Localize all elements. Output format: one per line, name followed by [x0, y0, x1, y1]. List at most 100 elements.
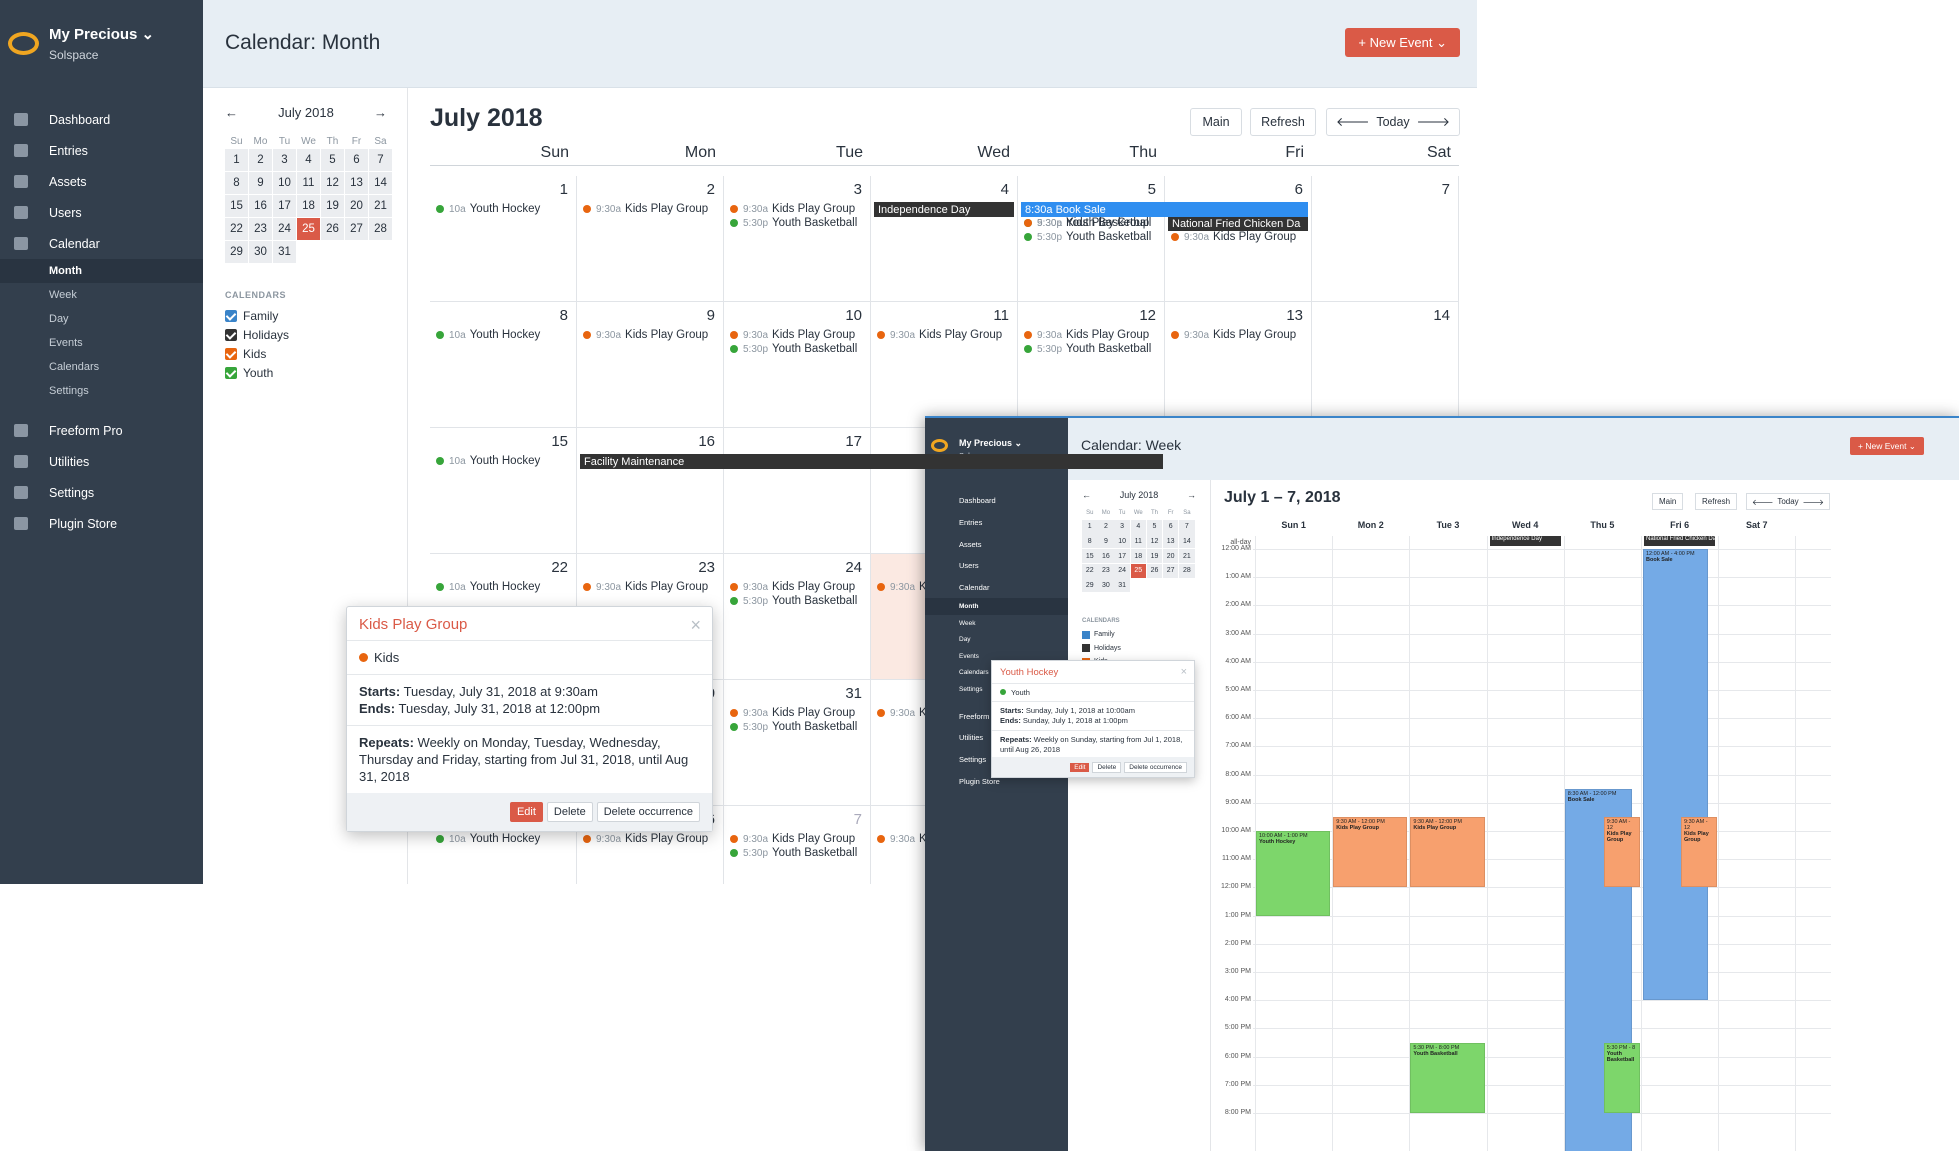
event-item[interactable]: 9:30aKids Play Group	[583, 203, 708, 215]
event-item[interactable]: 10aYouth Hockey	[436, 455, 540, 467]
event-item[interactable]: 9:30aKids Play Group	[1024, 217, 1149, 229]
today-button[interactable]: Today	[1376, 115, 1409, 129]
mini-day[interactable]: 1	[1082, 519, 1098, 534]
delete-button[interactable]: Delete	[1092, 761, 1122, 773]
edit-button[interactable]: Edit	[1070, 762, 1090, 772]
event-item[interactable]: 9:30aKids Play Group	[1024, 329, 1149, 341]
nav-item[interactable]: Assets	[925, 533, 1068, 555]
nav-dashboard[interactable]: Dashboard	[0, 104, 203, 135]
mini-day[interactable]: 30	[249, 241, 272, 263]
day-cell[interactable]: 15 10a Youth Hockey	[430, 428, 577, 554]
subnav-month[interactable]: Month	[0, 259, 203, 283]
mini-day[interactable]: 21	[1179, 549, 1195, 564]
mini-day[interactable]: 18	[297, 195, 320, 217]
nav-entries[interactable]: Entries	[0, 135, 203, 166]
day-cell[interactable]: 13 9:30a Kids Play Group	[1165, 302, 1312, 428]
holiday-bar[interactable]: Independence Day	[874, 202, 1014, 217]
next-month-arrow-icon[interactable]: →	[374, 105, 387, 120]
event-item[interactable]: 5:30pYouth Basketball	[1024, 231, 1151, 243]
arrow-left-icon[interactable]: 🡐	[1336, 115, 1370, 130]
mini-day[interactable]: 22	[1082, 563, 1098, 578]
day-cell[interactable]: 11 9:30a Kids Play Group	[871, 302, 1018, 428]
event-item[interactable]: 5:30pYouth Basketball	[1024, 343, 1151, 355]
checkbox-icon[interactable]	[225, 328, 237, 341]
close-icon[interactable]: ×	[1181, 666, 1187, 678]
nav-item[interactable]: Dashboard	[925, 490, 1068, 512]
mini-day[interactable]: 4	[297, 149, 320, 171]
mini-day[interactable]: 7	[1179, 519, 1195, 534]
event-item[interactable]: 10aYouth Hockey	[436, 203, 540, 215]
event-item[interactable]: 9:30aKids Play Group	[583, 329, 708, 341]
day-cell[interactable]: 7	[1312, 176, 1459, 302]
mini-day[interactable]: 21	[369, 195, 392, 217]
edit-button[interactable]: Edit	[509, 802, 543, 822]
event-item[interactable]: 5:30pYouth Basketball	[730, 595, 857, 607]
day-cell[interactable]: 1 10a Youth Hockey	[430, 176, 577, 302]
nav-calendar[interactable]: Calendar	[0, 228, 203, 259]
mini-day[interactable]: 16	[249, 195, 272, 217]
subnav-week[interactable]: Week	[0, 283, 203, 307]
mini-day[interactable]: 20	[345, 195, 368, 217]
mini-day[interactable]: 2	[1098, 519, 1114, 534]
mini-day[interactable]: 11	[297, 172, 320, 194]
mini-day[interactable]: 10	[1114, 534, 1130, 549]
event-item[interactable]: 5:30pYouth Basketball	[730, 721, 857, 733]
mini-day[interactable]: 24	[273, 218, 296, 240]
prev-month-arrow-icon[interactable]: ←	[1082, 490, 1091, 500]
nav-item[interactable]: Month	[925, 598, 1068, 615]
refresh-button[interactable]: Refresh	[1695, 493, 1738, 510]
checkbox-icon[interactable]	[1082, 644, 1090, 653]
mini-day[interactable]: 11	[1130, 534, 1147, 549]
nav-item[interactable]: Day	[925, 631, 1068, 648]
nav-freeform[interactable]: Freeform Pro	[0, 415, 203, 446]
maintenance-bar[interactable]: Facility Maintenance	[580, 454, 1163, 469]
mini-day[interactable]: 2	[249, 149, 272, 171]
subnav-calendars[interactable]: Calendars	[0, 355, 203, 379]
book-sale-bar[interactable]: 8:30a Book Sale	[1021, 202, 1308, 217]
calendar-checkbox-youth[interactable]: Youth	[225, 363, 289, 382]
subnav-settings[interactable]: Settings	[0, 379, 203, 403]
day-cell[interactable]: 12 9:30a Kids Play Group 5:30p Youth Basketb…	[1018, 302, 1165, 428]
day-cell[interactable]: 9 9:30a Kids Play Group	[577, 302, 724, 428]
nav-item[interactable]: Entries	[925, 512, 1068, 534]
day-cell[interactable]: 3 9:30a Kids Play Group 5:30p Youth Basketba…	[724, 176, 871, 302]
event-item[interactable]: 9:30aKids Play Group	[1171, 231, 1296, 243]
event-item[interactable]: 9:30aKids Play Group	[730, 203, 855, 215]
mini-day[interactable]: 13	[1162, 534, 1179, 549]
holiday-bar[interactable]: National Fried Chicken Da	[1644, 536, 1716, 546]
mini-day[interactable]: 4	[1130, 519, 1147, 534]
delete-button[interactable]: Delete	[546, 802, 593, 822]
main-button[interactable]: Main	[1190, 108, 1242, 136]
mini-day[interactable]: 24	[1114, 563, 1130, 578]
event-item[interactable]: 10aYouth Hockey	[436, 329, 540, 341]
nav-settings[interactable]: Settings	[0, 477, 203, 508]
week-event[interactable]: 9:30 AM - 12 Kids Play Group	[1603, 816, 1640, 888]
nav-utilities[interactable]: Utilities	[0, 446, 203, 477]
mini-day[interactable]: 27	[345, 218, 368, 240]
mini-day[interactable]: 14	[1179, 534, 1195, 549]
checkbox-icon[interactable]	[225, 347, 237, 360]
nav-item[interactable]: Calendar	[925, 577, 1068, 599]
event-item[interactable]: 9:30aKids Play Group	[730, 581, 855, 593]
mini-day[interactable]: 14	[369, 172, 392, 194]
prev-month-arrow-icon[interactable]: ←	[225, 105, 238, 120]
mini-day[interactable]: 3	[273, 149, 296, 171]
event-item[interactable]: 5:30pYouth Basketball	[730, 217, 857, 229]
day-cell[interactable]: 4 Independence Day	[871, 176, 1018, 302]
mini-day[interactable]: 20	[1162, 549, 1179, 564]
event-item[interactable]: 9:30aKids Play Group	[583, 581, 708, 593]
event-item[interactable]: 5:30pYouth Basketball	[730, 343, 857, 355]
mini-day[interactable]: 15	[225, 195, 248, 217]
checkbox-icon[interactable]	[225, 366, 237, 379]
checkbox-icon[interactable]	[225, 309, 237, 322]
delete-occurrence-button[interactable]: Delete occurrence	[1124, 761, 1187, 773]
calendar-checkbox-kids[interactable]: Kids	[225, 344, 289, 363]
arrow-right-icon[interactable]: 🡒	[1803, 497, 1824, 507]
event-item[interactable]: 9:30aKids Play Group	[730, 833, 855, 845]
checkbox-icon[interactable]	[1082, 630, 1090, 639]
mini-day[interactable]: 29	[225, 241, 248, 263]
mini-day[interactable]: 6	[1162, 519, 1179, 534]
mini-day[interactable]: 28	[1179, 563, 1195, 578]
mini-day[interactable]: 28	[369, 218, 392, 240]
site-switcher[interactable]: My Precious ⌄	[959, 438, 1022, 449]
